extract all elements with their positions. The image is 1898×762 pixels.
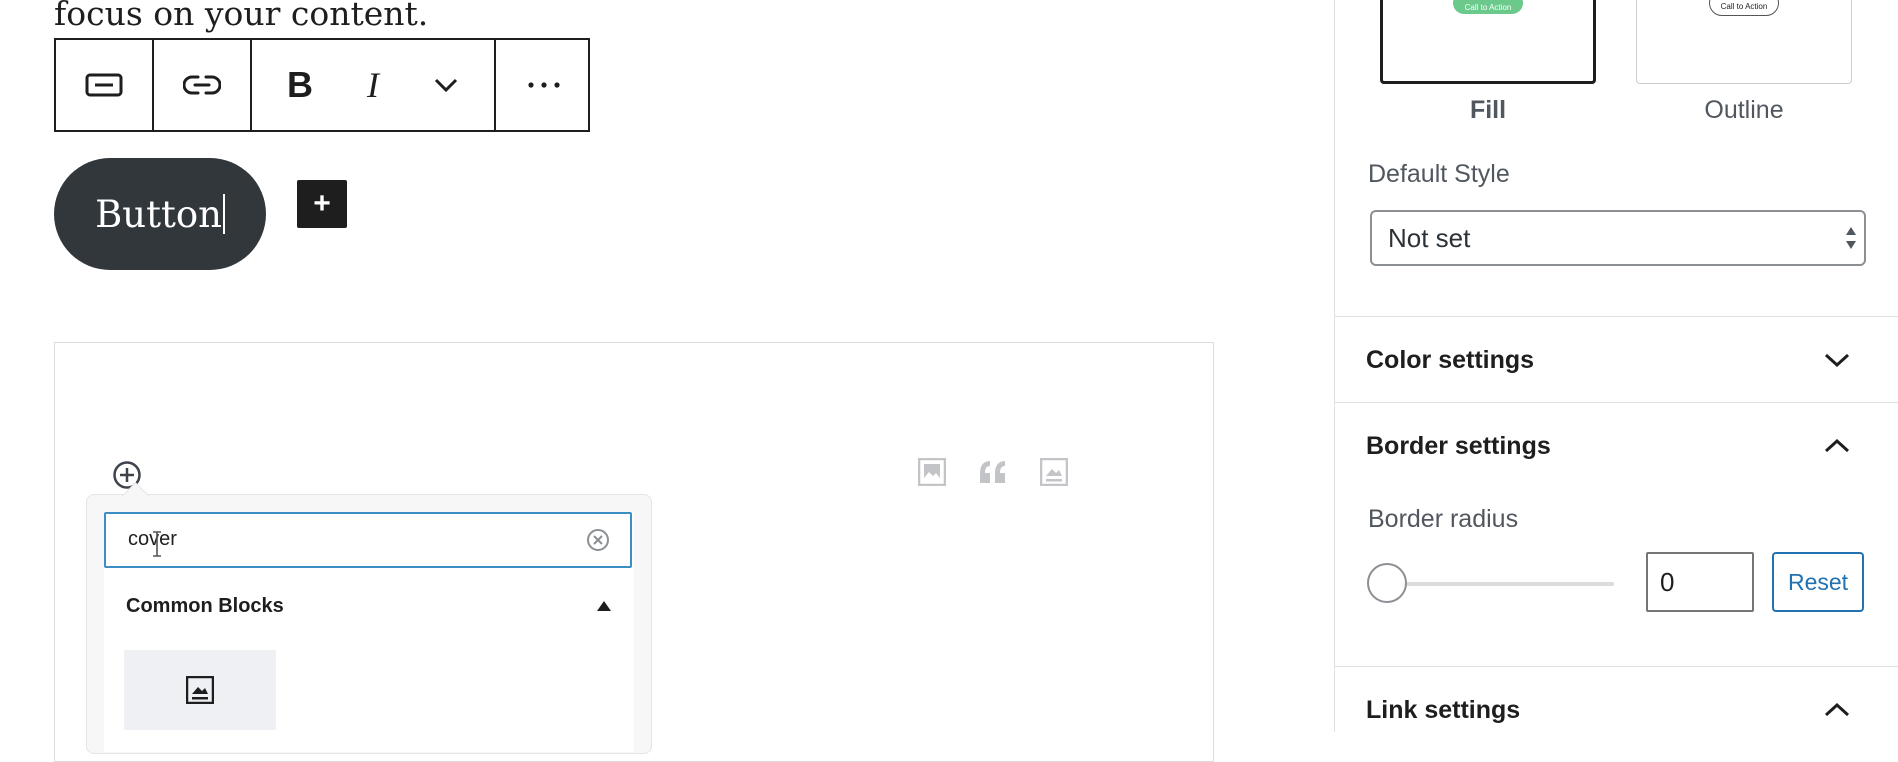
toolbar-group-link (154, 40, 252, 130)
default-style-select[interactable]: Not set (1370, 210, 1866, 266)
link-icon (183, 74, 221, 96)
image-icon (918, 458, 946, 486)
block-search-input[interactable] (104, 512, 632, 568)
block-toolbar: B I (54, 38, 590, 132)
paragraph-text[interactable]: focus on your content. (54, 0, 428, 33)
chevron-up-icon (1824, 702, 1850, 718)
border-radius-label: Border radius (1368, 505, 1519, 533)
border-radius-input[interactable]: 0 (1646, 552, 1754, 612)
color-settings-toggle[interactable] (1824, 352, 1850, 368)
style-preview-button: Call to Action (1453, 0, 1523, 14)
reset-button[interactable]: Reset (1772, 552, 1864, 612)
text-caret (222, 194, 225, 234)
default-style-label: Default Style (1368, 160, 1510, 188)
chevron-down-icon (1824, 352, 1850, 368)
select-value: Not set (1388, 222, 1471, 253)
cover-block-option[interactable] (124, 650, 276, 730)
style-option-fill[interactable]: Call to Action (1380, 0, 1596, 84)
cover-block-icons (918, 458, 1068, 486)
border-settings-title[interactable]: Border settings (1366, 432, 1551, 461)
toolbar-group-options (496, 40, 592, 130)
style-label-fill[interactable]: Fill (1380, 96, 1596, 125)
chevron-up-icon (1824, 438, 1850, 454)
chevron-down-icon (434, 78, 458, 92)
link-settings-toggle[interactable] (1824, 702, 1850, 718)
border-radius-slider-thumb[interactable] (1367, 563, 1407, 603)
panel-divider (1334, 316, 1898, 317)
toolbar-group-format: B I (252, 40, 496, 130)
more-icon (528, 82, 560, 88)
italic-button[interactable]: I (348, 40, 398, 130)
toolbar-group-block (56, 40, 154, 130)
category-toggle[interactable] (596, 600, 612, 612)
style-preview-button: Call to Action (1709, 0, 1779, 16)
add-button-block[interactable]: + (297, 180, 347, 228)
quote-icon (978, 459, 1008, 485)
cover-icon (1040, 458, 1068, 486)
button-icon (85, 73, 123, 97)
border-settings-toggle[interactable] (1824, 438, 1850, 454)
button-text[interactable]: Button (95, 193, 222, 236)
triangle-up-icon (596, 600, 612, 612)
clear-icon (586, 528, 610, 552)
block-type-button[interactable] (56, 40, 152, 130)
border-radius-slider-track[interactable] (1384, 582, 1614, 586)
link-settings-title[interactable]: Link settings (1366, 696, 1520, 725)
block-category-title[interactable]: Common Blocks (126, 595, 284, 618)
link-button[interactable] (154, 40, 250, 130)
style-option-outline[interactable]: Call to Action (1636, 0, 1852, 84)
panel-divider (1334, 402, 1898, 403)
style-label-outline[interactable]: Outline (1636, 96, 1852, 125)
text-cursor-icon (151, 530, 163, 558)
color-settings-title[interactable]: Color settings (1366, 346, 1534, 375)
bold-button[interactable]: B (252, 40, 348, 130)
more-options-button[interactable] (496, 40, 592, 130)
cover-icon (186, 676, 214, 704)
panel-divider (1334, 666, 1898, 667)
clear-search-button[interactable] (586, 528, 610, 552)
select-arrows-icon (1844, 224, 1858, 252)
button-block[interactable]: Button (54, 158, 266, 270)
more-formats-button[interactable] (398, 40, 494, 130)
